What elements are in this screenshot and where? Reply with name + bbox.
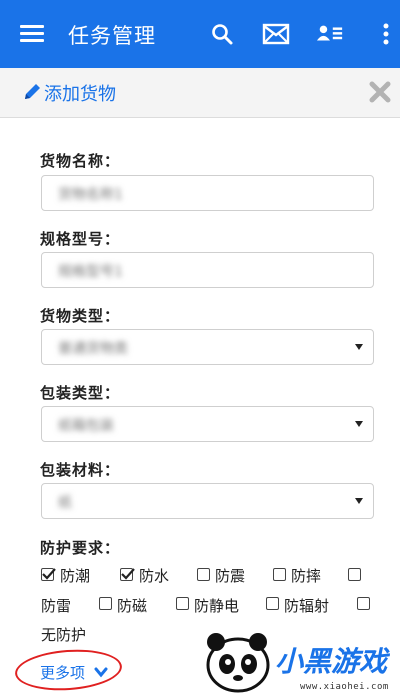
mail-icon[interactable] — [262, 20, 290, 48]
option-label: 防震 — [215, 567, 246, 585]
more-vert-icon[interactable] — [374, 20, 398, 48]
pack-material-value: 纸 — [58, 495, 72, 511]
pack-type-label: 包装类型： — [40, 384, 121, 402]
protection-label: 防护要求： — [40, 539, 121, 557]
spec-input[interactable]: 规格型号1 — [41, 252, 374, 288]
checkbox-antiradiation[interactable] — [266, 597, 279, 610]
dropdown-caret-icon — [355, 421, 363, 427]
cargo-type-select[interactable]: 普通货物类 — [41, 329, 374, 365]
option-label: 防潮 — [60, 567, 91, 585]
menu-icon[interactable] — [20, 25, 44, 43]
app-title: 任务管理 — [68, 24, 156, 48]
checkbox-waterproof[interactable] — [120, 568, 135, 581]
spec-value: 规格型号1 — [58, 264, 123, 280]
option-label: 防磁 — [117, 597, 148, 615]
pack-material-select[interactable]: 纸 — [41, 483, 374, 519]
pack-type-value: 纸箱包装 — [58, 418, 114, 434]
cargo-type-label: 货物类型： — [40, 307, 121, 325]
chevron-down-icon[interactable] — [94, 664, 108, 678]
cargo-type-value: 普通货物类 — [58, 341, 128, 357]
checkbox-no-protection[interactable] — [357, 597, 370, 610]
option-label: 防静电 — [194, 597, 240, 615]
search-icon[interactable] — [208, 20, 236, 48]
option-label: 防摔 — [291, 567, 322, 585]
app-bar: 任务管理 — [0, 0, 400, 68]
contacts-icon[interactable] — [316, 20, 344, 48]
spec-label: 规格型号： — [40, 230, 121, 248]
checkbox-shockproof[interactable] — [197, 568, 210, 581]
pencil-icon — [22, 82, 42, 102]
dropdown-caret-icon — [355, 498, 363, 504]
pack-type-select[interactable]: 纸箱包装 — [41, 406, 374, 442]
dialog-title: 添加货物 — [44, 84, 116, 105]
cargo-name-label: 货物名称： — [40, 152, 121, 170]
checkbox-antimagnetic[interactable] — [99, 597, 112, 610]
dropdown-caret-icon — [355, 344, 363, 350]
more-items-link[interactable]: 更多项 — [40, 662, 85, 683]
close-icon[interactable] — [368, 80, 392, 104]
dialog-header: 添加货物 — [0, 68, 400, 118]
option-label: 防雷 — [41, 597, 72, 615]
option-label: 防水 — [139, 567, 170, 585]
cargo-name-value: 货物名称1 — [58, 187, 123, 203]
pack-material-label: 包装材料： — [40, 461, 121, 479]
checkbox-antistatic[interactable] — [176, 597, 189, 610]
option-label: 无防护 — [41, 626, 87, 644]
option-label: 防辐射 — [284, 597, 330, 615]
checkbox-dropproof[interactable] — [273, 568, 286, 581]
checkbox-lightning[interactable] — [348, 568, 361, 581]
cargo-name-input[interactable]: 货物名称1 — [41, 175, 374, 211]
watermark-url: www.xiaohei.com — [300, 682, 389, 692]
watermark-text: 小黑游戏 — [275, 645, 388, 678]
checkbox-moisture[interactable] — [41, 568, 56, 581]
